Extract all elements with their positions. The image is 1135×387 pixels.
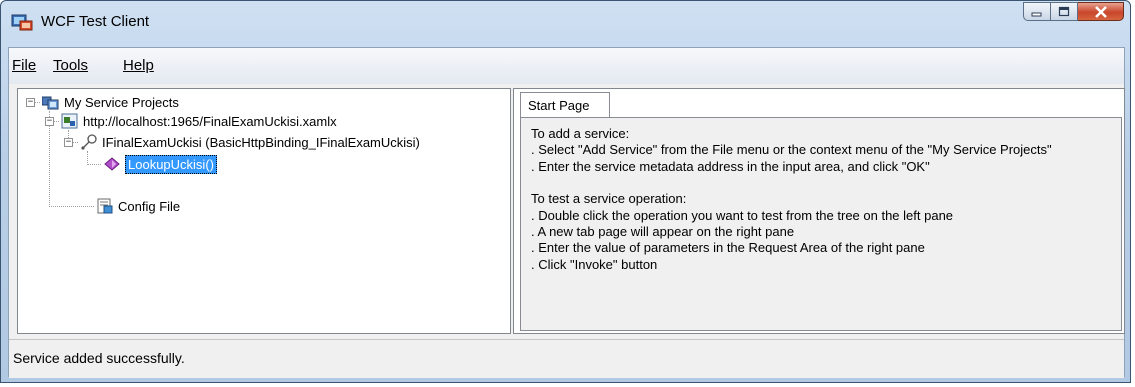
collapse-root-toggle[interactable]: −	[26, 98, 35, 107]
menu-bar: File Tools Help	[9, 48, 1124, 84]
tree-node-config-file[interactable]: Config File	[96, 197, 180, 215]
app-window: WCF Test Client File Tools Help − My Ser…	[0, 0, 1131, 383]
close-button[interactable]	[1078, 2, 1124, 21]
add-service-heading: To add a service:	[531, 126, 630, 141]
test-operation-step: . Double click the operation you want to…	[531, 207, 954, 223]
start-page-content: To add a service: . Select "Add Service"…	[520, 117, 1122, 331]
menu-file[interactable]: File	[12, 57, 36, 74]
minimize-button[interactable]	[1023, 2, 1051, 21]
collapse-service-toggle[interactable]: −	[45, 117, 54, 126]
tree-connector	[54, 121, 59, 122]
add-service-step: . Select "Add Service" from the File men…	[531, 142, 1052, 158]
menu-tools-label: Tools	[53, 57, 89, 74]
test-operation-step: . Enter the value of parameters in the R…	[531, 240, 925, 256]
client-area: File Tools Help − My Service Projects − …	[8, 47, 1125, 378]
collapse-contract-toggle[interactable]: −	[64, 138, 73, 147]
close-icon	[1094, 5, 1107, 18]
menu-help[interactable]: Help	[123, 57, 154, 74]
service-tree[interactable]: − My Service Projects − http://localhost…	[17, 88, 511, 334]
menu-file-label: File	[12, 57, 37, 74]
tree-node-label: My Service Projects	[64, 94, 179, 110]
test-operation-step: . Click "Invoke" button	[531, 256, 658, 272]
minimize-icon	[1031, 12, 1042, 16]
tree-connector	[87, 164, 101, 165]
tree-connector	[73, 142, 78, 143]
menu-help-label: Help	[123, 57, 154, 74]
wcf-app-icon	[11, 14, 33, 31]
tree-node-service-projects[interactable]: My Service Projects	[42, 93, 179, 111]
add-service-step: . Enter the service metadata address in …	[531, 158, 930, 174]
contract-icon	[81, 134, 97, 150]
window-title: WCF Test Client	[41, 13, 150, 30]
maximize-icon	[1058, 6, 1070, 17]
maximize-button[interactable]	[1051, 2, 1078, 21]
tree-node-service-url[interactable]: http://localhost:1965/FinalExamUckisi.xa…	[61, 112, 337, 130]
test-operation-step: . A new tab page will appear on the righ…	[531, 224, 795, 240]
tree-connector	[49, 206, 94, 207]
service-endpoint-icon	[61, 113, 78, 129]
tree-node-contract[interactable]: IFinalExamUckisi (BasicHttpBinding_IFina…	[80, 133, 420, 151]
service-projects-icon	[42, 96, 59, 110]
start-page-instructions: To add a service: . Select "Add Service"…	[531, 126, 1052, 273]
window-controls	[1023, 2, 1124, 22]
tab-panel: Start Page To add a service: . Select "A…	[513, 88, 1125, 334]
status-message: Service added successfully.	[13, 350, 185, 366]
tree-node-label: IFinalExamUckisi (BasicHttpBinding_IFina…	[102, 134, 420, 150]
tree-node-label: Config File	[118, 198, 181, 214]
tab-start-page[interactable]: Start Page	[520, 92, 610, 118]
menu-tools[interactable]: Tools	[53, 57, 88, 74]
status-bar: Service added successfully.	[9, 339, 1124, 378]
config-file-icon	[97, 198, 113, 214]
tree-connector	[87, 151, 88, 165]
operation-icon	[104, 157, 120, 171]
title-bar[interactable]: WCF Test Client	[1, 1, 1130, 47]
tree-node-label-selected: LookupUckisi()	[125, 154, 217, 174]
tree-node-operation[interactable]: LookupUckisi()	[103, 154, 217, 174]
tree-node-label: http://localhost:1965/FinalExamUckisi.xa…	[83, 113, 337, 129]
test-operation-heading: To test a service operation:	[531, 191, 687, 207]
